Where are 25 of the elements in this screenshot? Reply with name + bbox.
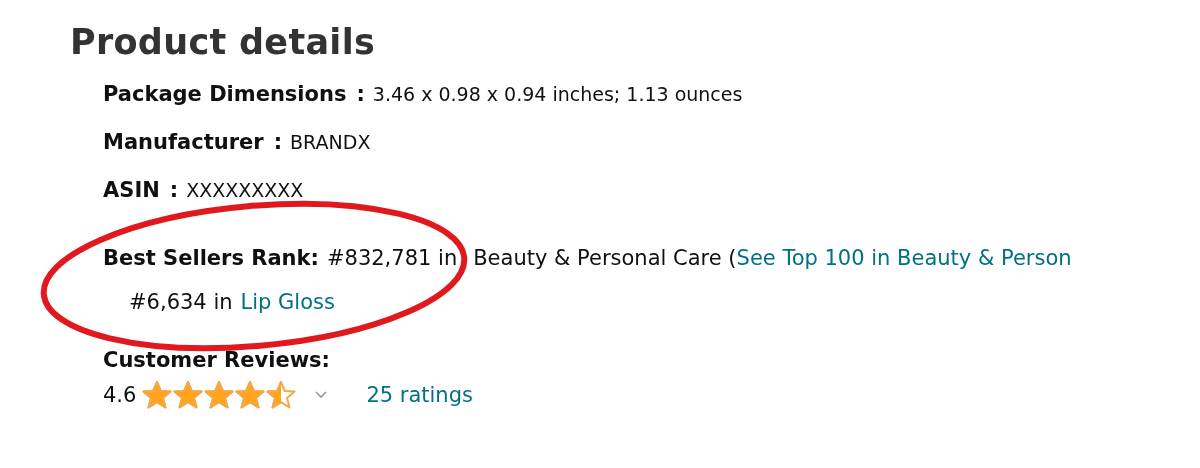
star-icon [173,380,204,410]
sub-rank-text: #6,634 in [129,290,233,314]
category-text: Beauty & Personal Care ( [473,246,737,270]
rank-text: #832,781 in [326,246,458,270]
ratings-link[interactable]: 25 ratings [366,383,473,407]
reviews-label: Customer Reviews: [103,348,331,372]
detail-value: 3.46 x 0.98 x 0.94 inches; 1.13 ounces [372,83,743,105]
caret-icon[interactable] [314,390,329,400]
detail-value: BRANDX [290,131,371,153]
star-icon [204,380,235,410]
colon: : [169,178,179,202]
detail-label: Package Dimensions [103,82,347,106]
star-icon [142,380,173,410]
colon: : [356,82,365,106]
colon: : [273,130,283,154]
star-icon [266,380,297,410]
star-icon [235,380,266,410]
rating-value: 4.6 [103,383,137,407]
detail-label: Manufacturer [103,130,264,154]
category-link[interactable]: Lip Gloss [240,290,335,314]
section-title: Product details [70,22,377,62]
detail-label: ASIN [103,178,160,202]
top-100-link[interactable]: See Top 100 in Beauty & Person [736,246,1072,270]
detail-value: XXXXXXXXX [186,179,304,201]
rank-label: Best Sellers Rank: [103,246,319,270]
